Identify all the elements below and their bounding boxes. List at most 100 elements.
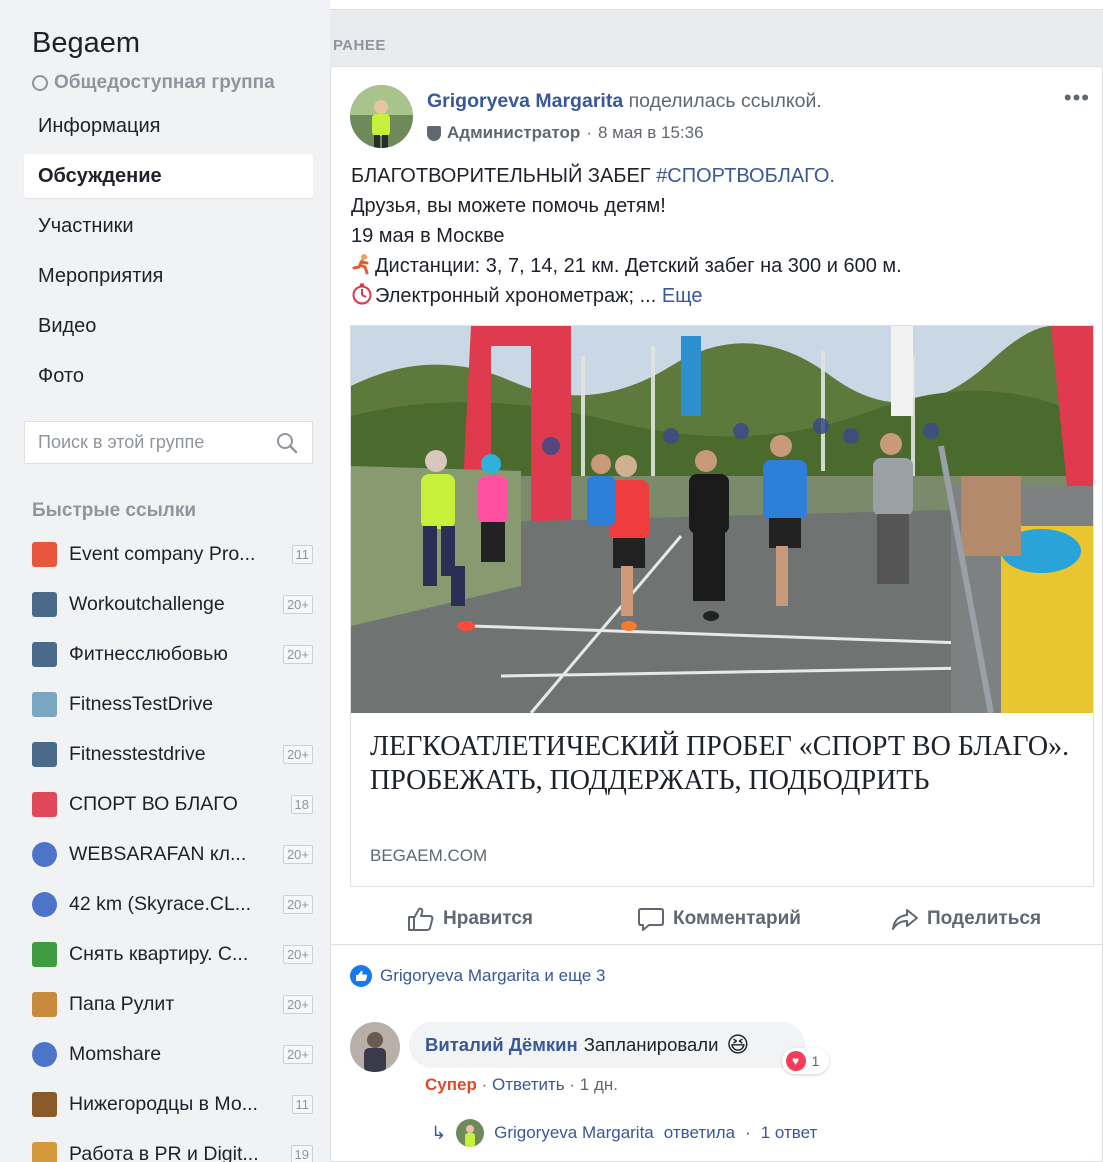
group-people-icon <box>32 841 57 867</box>
link-preview-domain: BEGAEM.COM <box>370 846 488 865</box>
like-reaction-icon <box>350 965 372 987</box>
reply-count: 1 ответ <box>760 1123 818 1142</box>
quick-link-badge: 11 <box>291 544 313 564</box>
quick-link-item[interactable]: Momshare 20+ <box>32 1034 313 1074</box>
feed-section-label: РАНЕЕ <box>333 37 386 54</box>
see-more-link[interactable]: Еще <box>662 285 703 307</box>
quick-link-label: Event company Pro... <box>69 542 256 565</box>
post-action-text: поделилась ссылкой. <box>628 90 822 112</box>
post-card: Grigoryeva Margarita поделилась ссылкой.… <box>330 66 1103 1162</box>
previous-post-edge <box>330 0 1103 10</box>
quick-link-label: Папа Рулит <box>69 992 175 1015</box>
quick-link-label: Работа в PR и Digit... <box>69 1142 259 1162</box>
nav-item-videos[interactable]: Видео <box>24 304 313 348</box>
nav-item-photos[interactable]: Фото <box>24 354 313 398</box>
quick-link-label: Фитнесслюбовью <box>69 642 228 665</box>
quick-link-item[interactable]: FitnessTestDrive <box>32 684 313 724</box>
author-avatar[interactable] <box>350 85 413 148</box>
replies-summary[interactable]: ↳ Grigoryeva Margarita ответила · 1 отве… <box>431 1119 817 1147</box>
quick-link-label: WEBSARAFAN кл... <box>69 842 247 865</box>
comment-age[interactable]: 1 дн. <box>580 1075 618 1094</box>
sneaker-icon <box>32 691 57 717</box>
share-icon <box>892 909 918 930</box>
commenter-avatar[interactable] <box>350 1022 400 1072</box>
quick-link-label: FitnessTestDrive <box>69 692 214 715</box>
post-body: БЛАГОТВОРИТЕЛЬНЫЙ ЗАБЕГ #СПОРТВОБЛАГО. Д… <box>351 161 902 311</box>
reply-arrow-icon: ↳ <box>431 1122 447 1143</box>
comment-icon <box>638 908 664 931</box>
tree-icon <box>32 941 57 967</box>
like-button[interactable]: Нравится <box>407 893 533 945</box>
comment-reaction-count: 1 <box>811 1053 820 1069</box>
quick-link-item[interactable]: Работа в PR и Digit... 19 <box>32 1134 313 1162</box>
quick-link-item[interactable]: Папа Рулит 20+ <box>32 984 313 1024</box>
suitcase-icon <box>32 1091 57 1117</box>
comment-reply-link[interactable]: Ответить <box>492 1075 565 1094</box>
nav-item-info[interactable]: Информация <box>24 104 313 148</box>
quick-link-item[interactable]: WEBSARAFAN кл... 20+ <box>32 834 313 874</box>
link-preview-image[interactable] <box>351 326 1093 713</box>
link-preview-title[interactable]: ЛЕГКОАТЛЕТИЧЕСКИЙ ПРОБЕГ «СПОРТ ВО БЛАГО… <box>370 730 1070 798</box>
quick-link-item[interactable]: СПОРТ ВО БЛАГО 18 <box>32 784 313 824</box>
quick-link-label: Нижегородцы в Мо... <box>69 1092 258 1115</box>
comment-bubble: Виталий Дёмкин Запланировали 😆 ♥ 1 <box>409 1022 830 1074</box>
group-privacy: Общедоступная группа <box>32 72 275 94</box>
left-sidebar: Begaem Общедоступная группа Информация О… <box>0 0 330 1162</box>
comment-react-label[interactable]: Супер <box>425 1075 477 1094</box>
quick-link-label: Fitnesstestdrive <box>69 742 206 765</box>
post-timestamp[interactable]: 8 мая в 15:36 <box>598 123 704 143</box>
group-search-input[interactable] <box>38 432 268 453</box>
comment-meta: Супер · Ответить · 1 дн. <box>425 1075 618 1095</box>
reactions-summary[interactable]: Grigoryeva Margarita и еще 3 <box>350 965 606 987</box>
quick-link-item[interactable]: 42 km (Skyrace.CL... 20+ <box>32 884 313 924</box>
post-meta: Администратор · 8 мая в 15:36 <box>427 123 704 143</box>
post-author-link[interactable]: Grigoryeva Margarita <box>427 90 623 112</box>
quick-link-item[interactable]: Снять квартиру. С... 20+ <box>32 934 313 974</box>
quick-link-item[interactable]: Event company Pro... 11 <box>32 534 313 574</box>
admin-shield-icon <box>427 125 441 141</box>
group-search <box>24 421 313 464</box>
quick-link-badge: 20+ <box>282 994 313 1014</box>
group-people-icon <box>32 1041 57 1067</box>
nav-item-events[interactable]: Мероприятия <box>24 254 313 298</box>
nav-item-discussion[interactable]: Обсуждение <box>24 154 313 198</box>
quick-link-item[interactable]: Workoutchallenge 20+ <box>32 584 313 624</box>
meta-separator: · <box>586 123 592 142</box>
grinning-emoji-icon: 😆 <box>726 1032 750 1057</box>
reactions-summary-text: Grigoryeva Margarita и еще 3 <box>380 966 606 985</box>
quick-link-item[interactable]: Нижегородцы в Мо... 11 <box>32 1084 313 1124</box>
comment-author-link[interactable]: Виталий Дёмкин <box>425 1034 578 1056</box>
comment-reactions[interactable]: ♥ 1 <box>781 1048 830 1074</box>
quick-link-label: Momshare <box>69 1042 162 1065</box>
event-company-icon <box>32 541 57 567</box>
group-photo-icon <box>32 741 57 767</box>
quick-link-badge: 19 <box>290 1144 313 1162</box>
nav-item-members[interactable]: Участники <box>24 204 313 248</box>
quick-link-badge: 20+ <box>282 944 313 964</box>
hashtag-link[interactable]: #СПОРТВОБЛАГО. <box>656 165 835 187</box>
quick-link-badge: 20+ <box>282 594 313 614</box>
runner-emoji-icon <box>352 254 369 275</box>
globe-icon <box>32 75 48 91</box>
post-line-1: БЛАГОТВОРИТЕЛЬНЫЙ ЗАБЕГ #СПОРТВОБЛАГО. <box>351 161 902 191</box>
share-button-label: Поделиться <box>927 908 1042 929</box>
quick-link-label: СПОРТ ВО БЛАГО <box>69 792 238 815</box>
family-photo-icon <box>32 991 57 1017</box>
post-options-button[interactable]: ••• <box>1064 85 1090 111</box>
search-icon[interactable] <box>276 432 298 454</box>
share-button[interactable]: Поделиться <box>891 893 1041 945</box>
post-line-2: Друзья, вы можете помочь детям! <box>351 195 666 217</box>
group-photo-icon <box>32 641 57 667</box>
post-line-5: Электронный хронометраж; ... Еще <box>351 281 902 311</box>
link-preview-card[interactable]: ЛЕГКОАТЛЕТИЧЕСКИЙ ПРОБЕГ «СПОРТ ВО БЛАГО… <box>350 325 1094 887</box>
group-name[interactable]: Begaem <box>32 27 140 60</box>
meta-separator: · <box>569 1075 580 1094</box>
post-actions-bar: Нравится Комментарий Поделиться <box>331 893 1102 945</box>
meta-separator: · <box>481 1075 492 1094</box>
reply-author: Grigoryeva Margarita <box>494 1123 654 1142</box>
quick-link-item[interactable]: Fitnesstestdrive 20+ <box>32 734 313 774</box>
comment-button[interactable]: Комментарий <box>637 893 801 945</box>
quick-link-item[interactable]: Фитнесслюбовью 20+ <box>32 634 313 674</box>
comment-text: Запланировали <box>583 1034 719 1055</box>
thumbs-up-icon <box>408 907 434 931</box>
